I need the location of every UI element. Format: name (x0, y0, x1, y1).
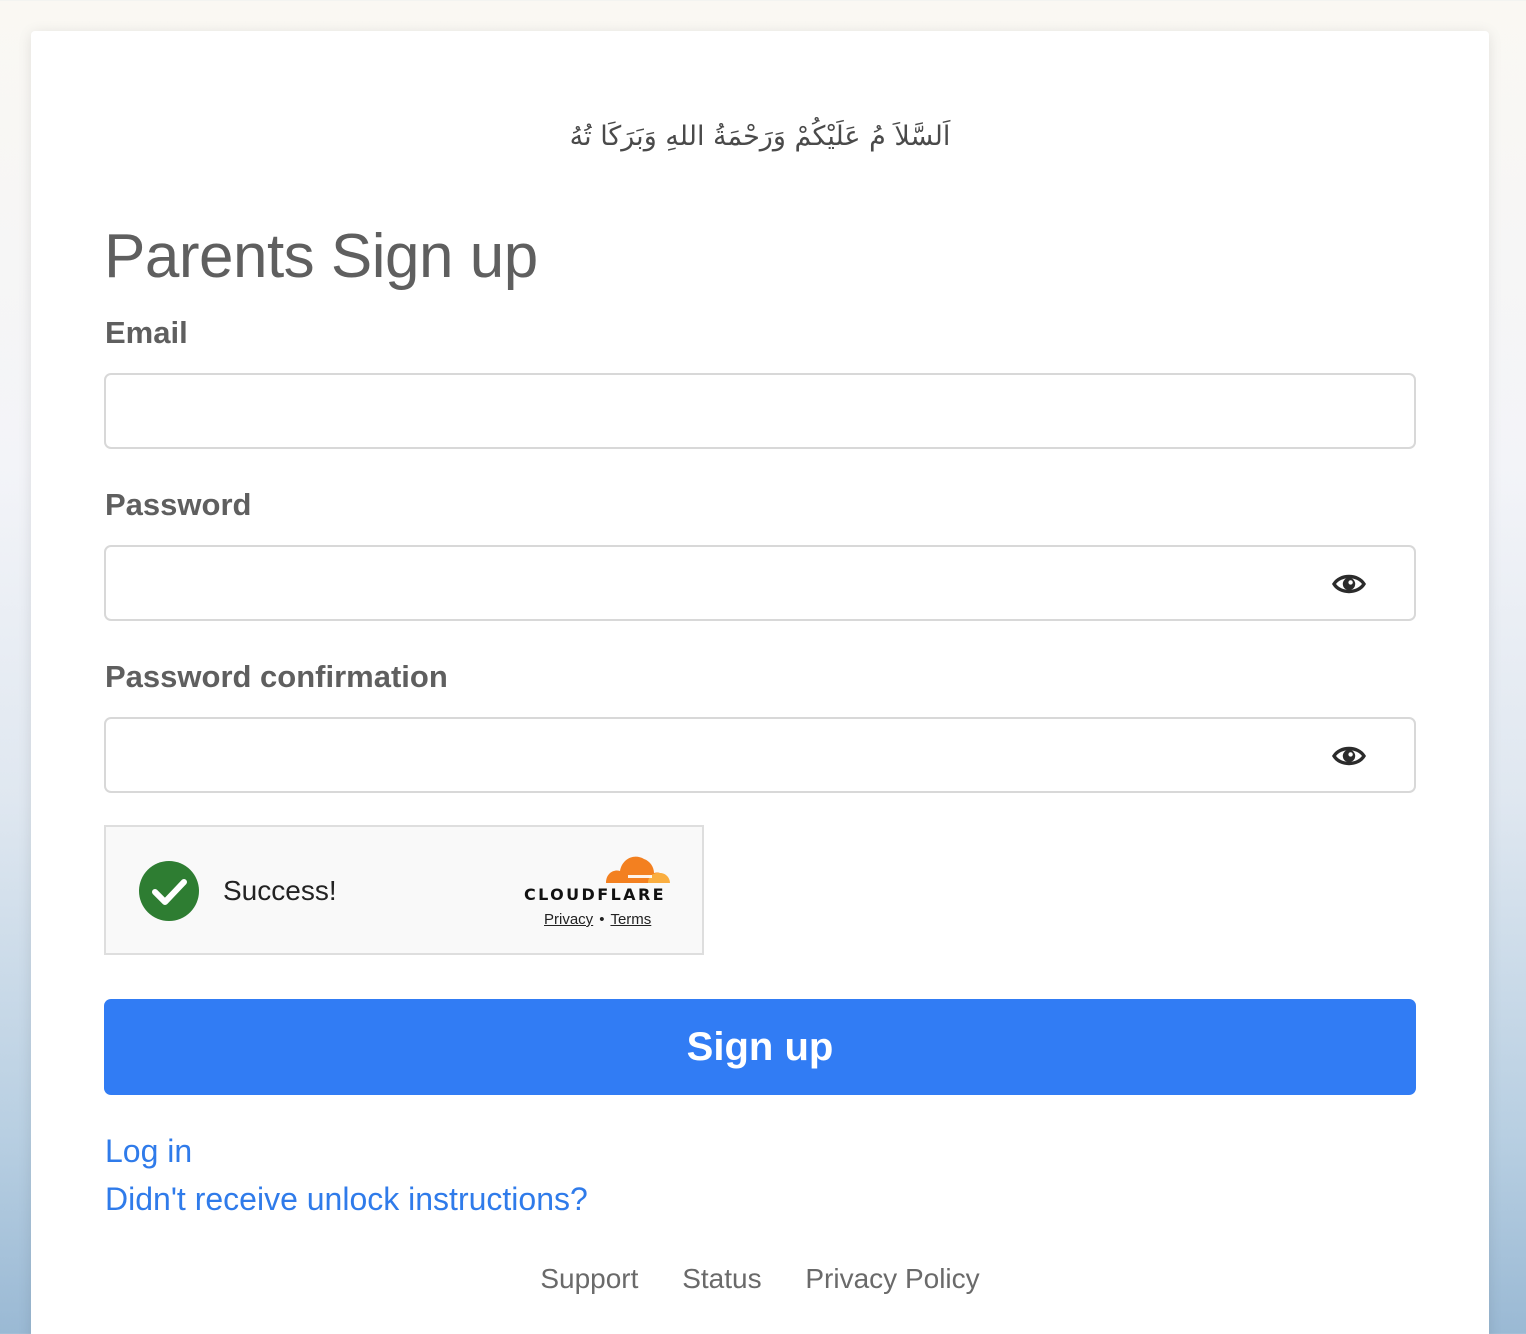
captcha-links: Privacy • Terms (544, 911, 651, 928)
captcha-terms-link[interactable]: Terms (610, 911, 651, 928)
arabic-greeting: اَلسَّلاَ مُ عَلَيْكُمْ وَرَحْمَةُ اللهِ… (569, 121, 951, 152)
email-label: Email (105, 315, 188, 350)
email-input[interactable] (106, 375, 1414, 447)
footer-links: Support Status Privacy Policy (31, 1263, 1489, 1295)
sign-up-button[interactable]: Sign up (104, 999, 1416, 1095)
footer-status-link[interactable]: Status (682, 1263, 761, 1294)
captcha-privacy-link[interactable]: Privacy (544, 911, 593, 928)
password-confirmation-input[interactable] (106, 719, 1414, 791)
eye-icon[interactable] (1332, 743, 1366, 769)
unlock-instructions-link[interactable]: Didn't receive unlock instructions? (105, 1181, 588, 1218)
page-title: Parents Sign up (104, 222, 538, 291)
footer-privacy-policy-link[interactable]: Privacy Policy (805, 1263, 979, 1294)
footer-support-link[interactable]: Support (540, 1263, 638, 1294)
log-in-link[interactable]: Log in (105, 1133, 192, 1170)
email-field-wrapper (104, 373, 1416, 449)
password-label: Password (105, 487, 252, 522)
cloudflare-cloud-icon (606, 856, 670, 883)
eye-icon[interactable] (1332, 571, 1366, 597)
password-input[interactable] (106, 547, 1414, 619)
link-separator: • (599, 911, 605, 928)
password-field-wrapper (104, 545, 1416, 621)
captcha-status-text: Success! (223, 875, 337, 906)
password-confirmation-field-wrapper (104, 717, 1416, 793)
password-confirmation-label: Password confirmation (105, 659, 448, 694)
cloudflare-turnstile-widget: Success! CLOUDFLARE Privacy • Terms (104, 825, 704, 955)
checkmark-circle-icon (139, 861, 199, 921)
cloudflare-logo-text: CLOUDFLARE (524, 885, 666, 904)
signup-card: اَلسَّلاَ مُ عَلَيْكُمْ وَرَحْمَةُ اللهِ… (31, 31, 1489, 1334)
